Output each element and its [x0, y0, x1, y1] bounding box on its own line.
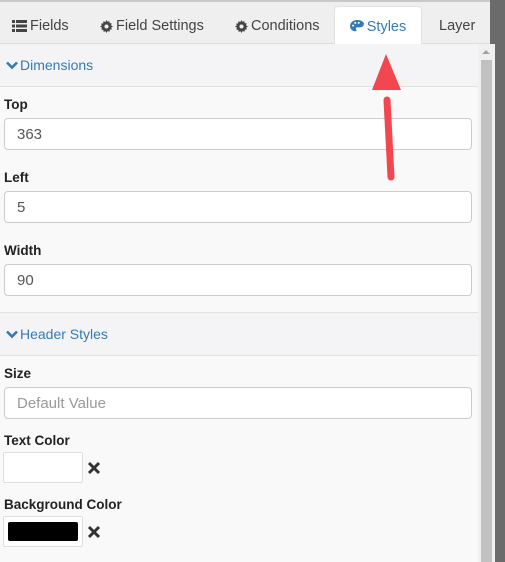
section-heading: Dimensions	[20, 57, 94, 73]
size-label: Size	[4, 366, 32, 381]
chevron-down-icon	[6, 61, 18, 69]
annotation-arrow-icon	[372, 54, 401, 181]
tab-bar: Fields Field Settings Conditions Styles …	[0, 0, 490, 46]
list-icon	[12, 20, 27, 32]
clear-text-color-icon[interactable]	[87, 461, 101, 475]
gear-icon	[100, 19, 113, 33]
tab-fields[interactable]: Fields	[12, 6, 69, 46]
background-color-picker[interactable]	[3, 516, 83, 547]
tab-label: Field Settings	[116, 18, 204, 34]
tab-label: Layer	[439, 18, 476, 34]
chevron-down-icon	[6, 330, 18, 338]
scroll-up-arrow-icon[interactable]	[482, 50, 490, 54]
width-label: Width	[4, 243, 42, 258]
clear-background-color-icon[interactable]	[87, 525, 101, 539]
section-heading: Header Styles	[20, 326, 108, 342]
tab-label: Styles	[366, 18, 407, 35]
left-input[interactable]: 5	[4, 191, 472, 223]
tab-label: Fields	[30, 18, 69, 34]
tab-layer[interactable]: Layer	[439, 6, 475, 46]
scrollbar-thumb[interactable]	[481, 60, 492, 562]
background-color-label: Background Color	[4, 497, 122, 512]
palette-icon	[349, 20, 364, 32]
header-styles-section-toggle[interactable]: Header Styles	[0, 313, 478, 356]
tab-label: Conditions	[251, 18, 320, 34]
scrollbar[interactable]	[478, 44, 495, 562]
tab-conditions[interactable]: Conditions	[235, 6, 320, 46]
size-input[interactable]: Default Value	[4, 387, 472, 419]
width-input[interactable]: 90	[4, 264, 472, 296]
text-color-label: Text Color	[4, 433, 70, 448]
gear-icon	[235, 19, 248, 33]
tab-field-settings[interactable]: Field Settings	[100, 6, 204, 46]
background-color-swatch	[8, 522, 78, 541]
text-color-picker[interactable]	[3, 452, 83, 483]
text-color-swatch	[8, 458, 78, 477]
tab-styles[interactable]: Styles	[334, 6, 422, 46]
